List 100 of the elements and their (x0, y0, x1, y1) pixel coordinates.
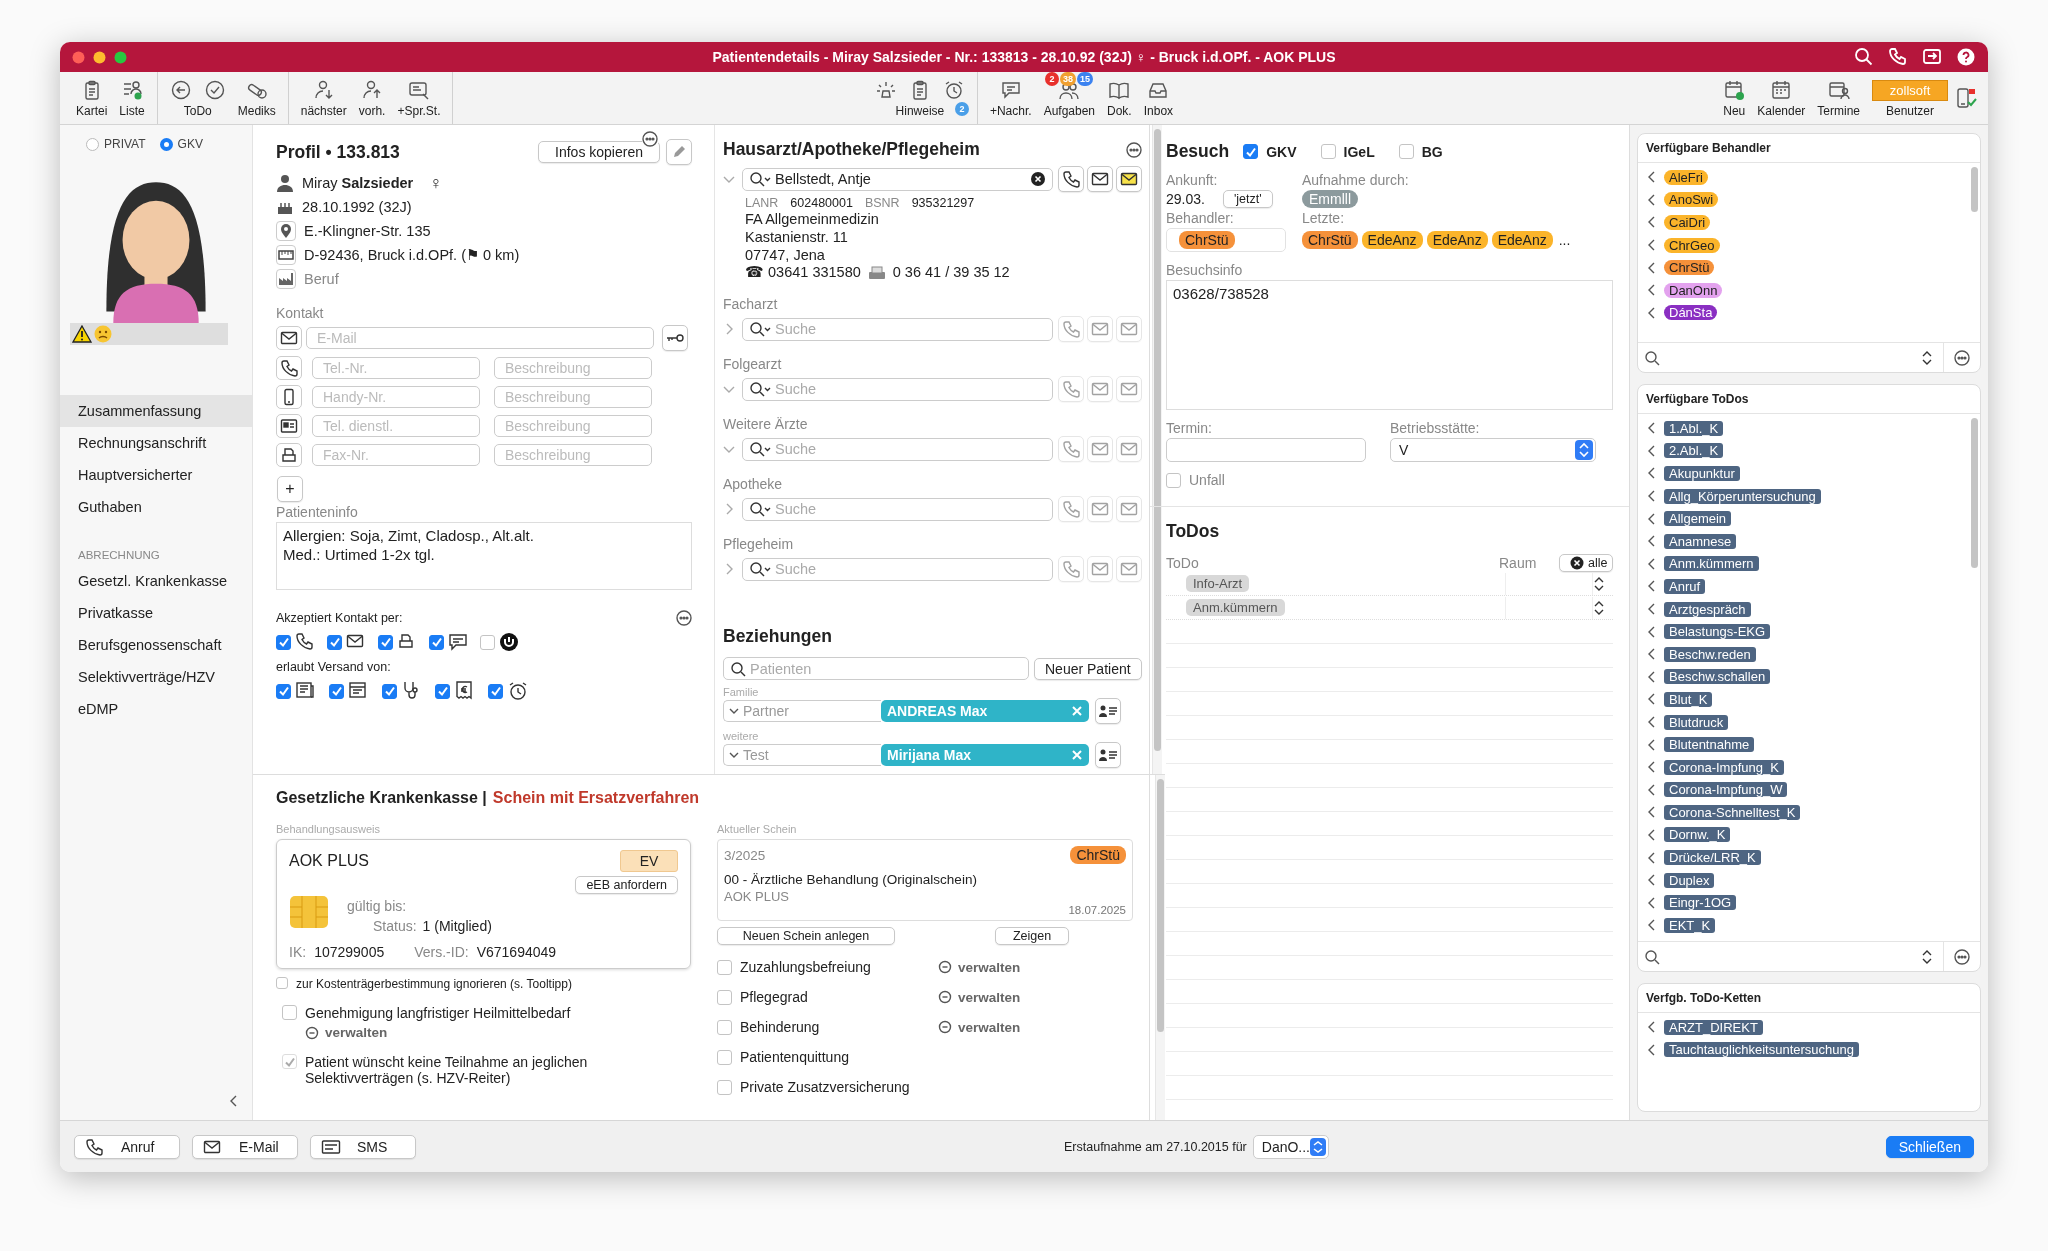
edit-button[interactable] (666, 139, 692, 165)
email-field[interactable]: E-Mail (306, 327, 654, 349)
search-field[interactable]: Bellstedt, Antje (742, 167, 1053, 191)
phone-field[interactable]: Tel.-Nr. (312, 357, 480, 379)
new-patient-button[interactable]: Neuer Patient (1034, 657, 1142, 680)
clear-icon[interactable] (1029, 171, 1046, 187)
close-button[interactable]: Schließen (1885, 1135, 1974, 1158)
show-button[interactable]: Zeigen (995, 927, 1069, 945)
phone-field[interactable]: Fax-Nr. (312, 444, 480, 466)
phone-field[interactable]: Tel. dienstl. (312, 415, 480, 437)
list-tag[interactable]: 2.Abl._K (1664, 443, 1724, 459)
more-icon[interactable] (642, 131, 658, 147)
list-tag[interactable]: Beschw.schallen (1664, 669, 1771, 685)
sidebar-item[interactable]: Hauptversicherter (60, 459, 252, 491)
toolbar-button[interactable]: Kartei (70, 72, 114, 124)
list-tag[interactable]: Eingr-1OG (1664, 895, 1737, 911)
phone-icon[interactable] (1888, 47, 1908, 67)
phone-field[interactable]: Handy-Nr. (312, 386, 480, 408)
occupation-field[interactable]: Beruf (304, 271, 504, 287)
checkbox[interactable] (717, 959, 732, 975)
add-button[interactable]: + (277, 476, 303, 502)
more-icon[interactable] (1954, 349, 1970, 366)
list-tag[interactable]: Allgemein (1664, 511, 1732, 527)
staff-dropdown[interactable]: DanO... (1252, 1134, 1329, 1159)
checkbox[interactable] (1320, 144, 1336, 159)
todo-tag[interactable]: Anm.kümmern (1186, 599, 1285, 616)
checkbox[interactable] (717, 1049, 732, 1065)
checkbox[interactable] (1243, 144, 1259, 159)
todo-tag[interactable]: Info-Arzt (1186, 575, 1250, 592)
site-dropdown[interactable]: V (1390, 438, 1596, 462)
letter-button[interactable] (1115, 166, 1142, 192)
list-tag[interactable]: Arztgespräch (1664, 601, 1751, 617)
toolbar-button[interactable]: Neu (1717, 76, 1752, 120)
sidebar-item[interactable]: Selektivverträge/HZV (60, 661, 252, 693)
more-icon[interactable] (1125, 141, 1142, 158)
list-tag[interactable]: ChrGeo (1664, 237, 1720, 253)
manage-link[interactable]: verwalten (938, 959, 1133, 975)
action-button[interactable]: E-Mail (192, 1134, 298, 1159)
description-field[interactable]: Beschreibung (494, 444, 652, 466)
list-tag[interactable]: Drücke/LRR_K (1664, 850, 1761, 866)
checkbox[interactable] (717, 1019, 732, 1035)
toolbar-button[interactable]: Dok. (1101, 72, 1138, 124)
checkbox[interactable] (1398, 144, 1414, 159)
list-tag[interactable]: Akupunktur (1664, 466, 1740, 481)
scrollbar[interactable] (1155, 775, 1165, 1120)
list-tag[interactable]: Tauchtauglichkeitsuntersuchung (1664, 1042, 1859, 1058)
toolbar-button[interactable]: Termine (1811, 76, 1866, 120)
list-tag[interactable]: Anamnese (1664, 533, 1737, 549)
checkbox[interactable] (282, 1005, 297, 1020)
toolbar-button[interactable]: ToDo (163, 72, 232, 124)
list-tag[interactable]: ChrStü (1664, 260, 1715, 276)
list-tag[interactable]: CaiDri (1664, 215, 1711, 230)
list-tag[interactable]: AnoSwi (1664, 192, 1719, 208)
screen-share-icon[interactable] (1922, 47, 1942, 67)
list-tag[interactable]: Belastungs-EKG (1664, 624, 1771, 640)
window-control-icon[interactable] (114, 50, 127, 64)
list-tag[interactable]: Beschw.reden (1664, 646, 1756, 662)
window-control-icon[interactable] (72, 50, 85, 64)
toolbar-button[interactable]: Inbox (1137, 72, 1180, 124)
more-icon[interactable] (676, 610, 692, 626)
list-tag[interactable]: Corona-Schnelltest_K (1664, 804, 1801, 820)
checkbox[interactable] (276, 683, 291, 699)
checkbox[interactable] (429, 634, 444, 650)
checkbox[interactable] (327, 634, 342, 650)
toolbar-button[interactable]: Kalender (1751, 76, 1812, 120)
email-button[interactable] (1086, 166, 1113, 192)
checkbox[interactable] (480, 634, 495, 650)
toolbar-button[interactable]: +Nachr. (983, 72, 1038, 124)
copy-button[interactable]: Infos kopieren (538, 141, 660, 163)
sidebar-item[interactable]: eDMP (60, 693, 252, 725)
list-tag[interactable]: Duplex (1664, 872, 1715, 888)
doctor-tag[interactable]: EdeAnz (1426, 231, 1488, 249)
doctor-tag[interactable]: ChrStü (1302, 231, 1358, 249)
list-tag[interactable]: DanOnn (1664, 282, 1723, 298)
list-tag[interactable]: AleFri (1664, 169, 1708, 185)
room-field[interactable] (1505, 572, 1593, 595)
list-tag[interactable]: Blutdruck (1664, 714, 1729, 730)
checkbox[interactable] (435, 683, 450, 699)
manage-link[interactable]: verwalten (305, 1025, 571, 1040)
search-icon[interactable] (1854, 47, 1874, 67)
contact-card-button[interactable] (1095, 698, 1121, 724)
toolbar-button[interactable]: zollsoft Benutzer (1866, 76, 1954, 120)
patient-info-field[interactable]: Allergien: Soja, Zimt, Cladosp., Alt.alt. Med.: Urtimed 1-2x tgl. (276, 522, 692, 590)
checkbox[interactable] (382, 683, 397, 699)
checkbox[interactable] (1166, 472, 1181, 488)
checkbox[interactable] (276, 634, 291, 650)
scrollbar[interactable] (1151, 125, 1162, 774)
insurance-radio[interactable]: PRIVAT (86, 137, 146, 151)
new-voucher-button[interactable]: Neuen Schein anlegen (717, 927, 895, 945)
show-all-button[interactable]: alle (1559, 554, 1613, 572)
action-button[interactable]: SMS (310, 1134, 416, 1159)
list-tag[interactable]: Blut_K (1664, 691, 1713, 707)
list-tag[interactable]: DánSta (1664, 305, 1718, 321)
list-tag[interactable]: Anruf (1664, 578, 1706, 594)
toolbar-button[interactable]: Mediks (231, 72, 282, 124)
description-field[interactable]: Beschreibung (494, 415, 652, 437)
list-tag[interactable]: EKT_K (1664, 917, 1716, 933)
contact-card-button[interactable] (1095, 742, 1121, 768)
checkbox[interactable] (329, 683, 344, 699)
toolbar-button[interactable]: Hinweise 2 (868, 72, 971, 124)
